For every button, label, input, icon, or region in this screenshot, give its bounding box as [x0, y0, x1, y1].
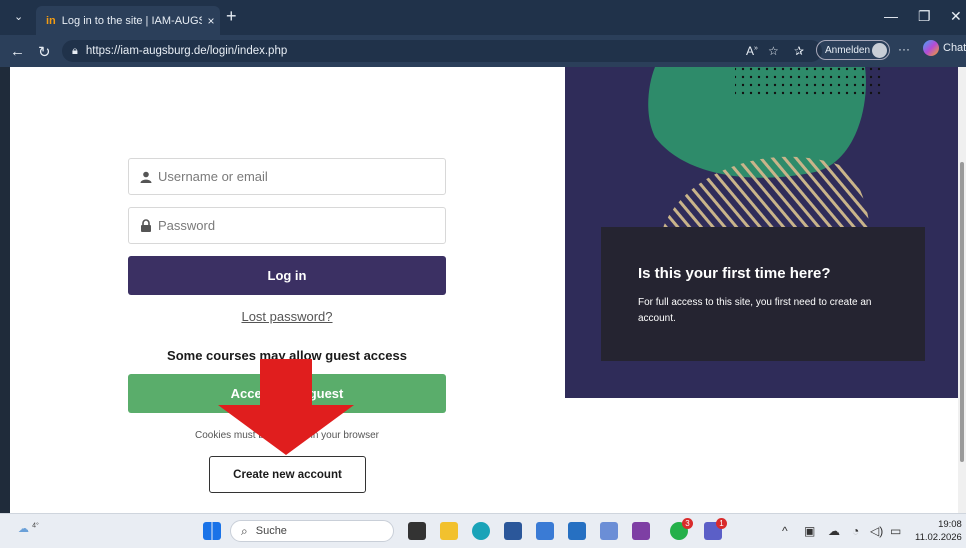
- cloud-sync-icon[interactable]: ☁: [828, 524, 840, 538]
- back-icon[interactable]: ←: [10, 43, 25, 60]
- site-favicon-icon: in: [46, 14, 56, 27]
- new-tab-button[interactable]: +: [226, 6, 237, 27]
- page-scrollbar[interactable]: [958, 67, 966, 513]
- weather-temp: 4°: [32, 522, 39, 530]
- red-arrow-annotation: [218, 359, 354, 455]
- cloud-icon: ☁: [18, 523, 29, 535]
- settings-icon[interactable]: [600, 522, 618, 540]
- file-explorer-icon[interactable]: [440, 522, 458, 540]
- store-icon[interactable]: [504, 522, 522, 540]
- clock-date: 11.02.2026: [915, 532, 962, 543]
- search-label: Suche: [255, 525, 287, 537]
- first-time-text: For full access to this site, you first …: [638, 297, 872, 324]
- favorites-list-icon[interactable]: ✰: [794, 44, 804, 58]
- close-tab-icon[interactable]: ×: [202, 14, 220, 28]
- lock-icon: [141, 219, 151, 232]
- signin-label: Anmelden: [825, 44, 871, 56]
- chevron-up-icon[interactable]: ^: [782, 524, 788, 538]
- chat-label: Chat: [943, 42, 966, 54]
- browser-tab-bar: ⌄ in Log in to the site | IAM-AUGSBURG ×…: [0, 0, 966, 35]
- close-window-icon[interactable]: ✕: [950, 8, 962, 25]
- more-icon[interactable]: ···: [898, 42, 910, 56]
- tray-app-icon[interactable]: ▣: [804, 524, 815, 538]
- password-field[interactable]: Password: [128, 207, 446, 244]
- scrollbar-thumb[interactable]: [960, 162, 964, 462]
- search-icon: ⌕: [241, 523, 248, 538]
- windows-start-icon[interactable]: [203, 522, 221, 540]
- first-time-box: Is this your first time here? For full a…: [601, 227, 925, 361]
- windows-taskbar: ☁ 4° ⌕ Suche 3 1 ^ ▣ ☁ ◔ ◁) ▭ 19:08 11.0…: [0, 513, 966, 548]
- browser-tab[interactable]: in Log in to the site | IAM-AUGSBURG ×: [36, 6, 220, 35]
- tab-actions-icon[interactable]: ⌄: [14, 10, 23, 23]
- url-field[interactable]: 🔒︎ https://iam-augsburg.de/login/index.p…: [62, 40, 822, 62]
- wifi-icon[interactable]: ◔: [852, 524, 859, 538]
- weather-widget[interactable]: ☁ 4°: [18, 522, 39, 535]
- whatsapp-badge: 3: [682, 518, 693, 529]
- first-time-title: Is this your first time here?: [638, 265, 831, 282]
- password-placeholder: Password: [158, 218, 216, 233]
- avatar: [872, 43, 887, 58]
- username-placeholder: Username or email: [158, 169, 268, 184]
- task-view-icon[interactable]: [408, 522, 426, 540]
- signin-button[interactable]: Anmelden: [816, 40, 890, 60]
- url-text: https://iam-augsburg.de/login/index.php: [85, 45, 288, 57]
- login-button[interactable]: Log in: [128, 256, 446, 295]
- onenote-icon[interactable]: [632, 522, 650, 540]
- minimize-icon[interactable]: —: [884, 8, 898, 24]
- clock[interactable]: 19:08 11.02.2026: [915, 518, 962, 544]
- teams-badge: 1: [716, 518, 727, 529]
- taskbar-search[interactable]: ⌕ Suche: [230, 520, 394, 542]
- app-icon[interactable]: [568, 522, 586, 540]
- web-page: Username or email Password Log in Lost p…: [10, 67, 961, 513]
- username-field[interactable]: Username or email: [128, 158, 446, 195]
- refresh-icon[interactable]: ↻: [38, 43, 51, 61]
- clock-time: 19:08: [938, 519, 962, 530]
- volume-icon[interactable]: ◁): [870, 524, 883, 538]
- read-aloud-icon[interactable]: A»: [746, 44, 758, 58]
- lock-icon[interactable]: 🔒︎: [72, 45, 78, 58]
- lost-password-link[interactable]: Lost password?: [128, 309, 446, 324]
- outlook-icon[interactable]: [536, 522, 554, 540]
- battery-icon[interactable]: ▭: [890, 524, 901, 538]
- favorite-icon[interactable]: ☆: [768, 44, 779, 58]
- user-icon: [140, 171, 152, 183]
- copilot-chat-button[interactable]: Chat: [923, 40, 966, 56]
- restore-icon[interactable]: ❐: [918, 8, 931, 25]
- edge-icon[interactable]: [472, 522, 490, 540]
- create-account-button[interactable]: Create new account: [209, 456, 366, 493]
- copilot-icon: [923, 40, 939, 56]
- tab-title: Log in to the site | IAM-AUGSBURG: [61, 14, 202, 27]
